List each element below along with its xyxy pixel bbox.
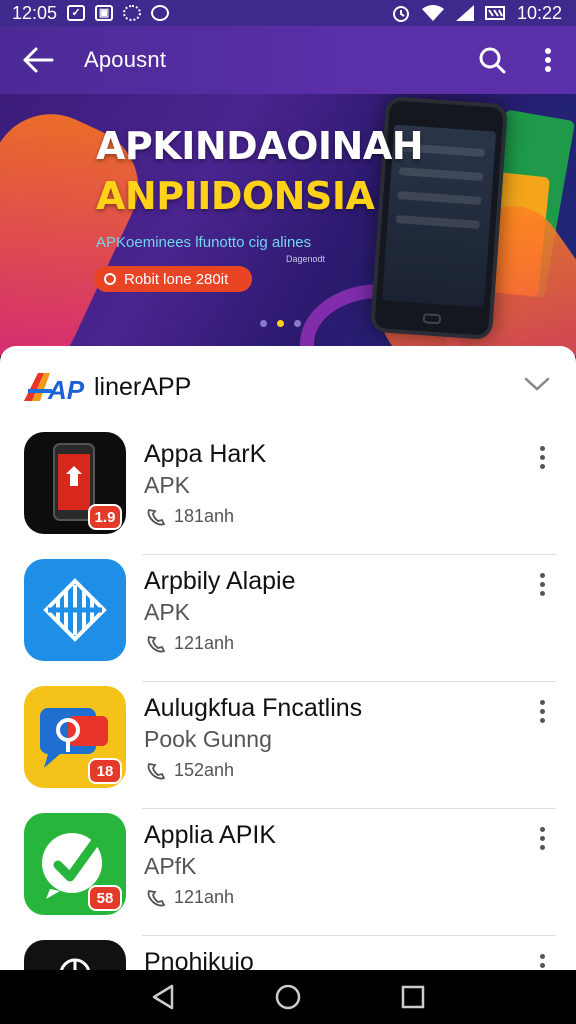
app-meta: 181anh bbox=[146, 506, 234, 527]
message-notification-icon bbox=[151, 5, 170, 21]
app-meta-text: 152anh bbox=[174, 760, 235, 780]
chat-bubble-icon: 18 bbox=[24, 686, 126, 788]
version-badge: 58 bbox=[88, 885, 122, 911]
app-name: Applia APIK bbox=[144, 821, 277, 849]
app-meta: 121anh bbox=[146, 887, 234, 908]
brand-logo: AP bbox=[22, 369, 86, 405]
page-dot[interactable] bbox=[294, 320, 301, 327]
search-button[interactable] bbox=[464, 26, 520, 94]
item-more-button[interactable] bbox=[528, 694, 556, 728]
signal-icon bbox=[455, 5, 474, 21]
nav-recents-button[interactable] bbox=[393, 977, 433, 1017]
nav-back-button[interactable] bbox=[143, 977, 183, 1017]
settings-notification-icon bbox=[123, 5, 142, 21]
banner-page-indicator bbox=[260, 320, 301, 327]
search-icon bbox=[479, 47, 506, 74]
banner-cta-label: Robit lone 280it bbox=[124, 270, 229, 288]
battery-icon bbox=[484, 6, 505, 20]
promo-banner[interactable]: APKINDAOINAH ANPIIDONSIA APKoeminees lfu… bbox=[0, 94, 576, 356]
item-more-button[interactable] bbox=[528, 821, 556, 855]
circle-home-icon bbox=[275, 984, 301, 1010]
phone-icon bbox=[147, 635, 166, 652]
banner-tagline: APKoeminees lfunotto cig alines bbox=[96, 234, 312, 251]
alarm-icon bbox=[392, 6, 409, 22]
item-more-button[interactable] bbox=[528, 440, 556, 474]
image-notification-icon: ▣ bbox=[95, 5, 114, 21]
square-recents-icon bbox=[402, 985, 425, 1009]
phone-icon bbox=[147, 508, 166, 525]
banner-headline-2: ANPIIDONSIA bbox=[96, 174, 375, 218]
item-more-button[interactable] bbox=[528, 948, 556, 970]
app-meta: 152anh bbox=[146, 760, 234, 781]
section-title: linerAPP bbox=[94, 372, 192, 401]
status-right: 10:22 bbox=[391, 3, 562, 24]
striped-globe-icon bbox=[24, 559, 126, 661]
app-list-item[interactable]: 1.9 Appa HarK APK 181anh bbox=[0, 428, 576, 555]
phone-icon bbox=[147, 889, 166, 906]
app-name: Aulugkfua Fncatlins bbox=[144, 694, 363, 722]
app-subtitle: APK bbox=[144, 472, 191, 498]
status-time-left: 12:05 bbox=[12, 2, 58, 23]
more-vert-icon bbox=[545, 48, 551, 72]
app-list-item[interactable]: Arpbily Alapie APK 121anh bbox=[0, 555, 576, 682]
status-time-right: 10:22 bbox=[516, 2, 562, 23]
triangle-back-icon bbox=[152, 984, 173, 1010]
banner-headline-1: APKINDAOINAH bbox=[96, 124, 424, 168]
status-left: 12:05 ✓ ▣ bbox=[12, 2, 170, 24]
check-bubble-icon: 58 bbox=[24, 813, 126, 915]
back-button[interactable] bbox=[8, 26, 68, 94]
app-subtitle: APK bbox=[144, 599, 191, 625]
wifi-icon bbox=[421, 5, 444, 21]
phone-icon bbox=[147, 762, 166, 779]
app-subtitle: APfK bbox=[144, 853, 197, 879]
globe-icon bbox=[24, 940, 126, 970]
page-dot-active[interactable] bbox=[277, 320, 284, 327]
brand-logo-text: AP bbox=[47, 375, 85, 405]
system-nav-bar bbox=[0, 970, 576, 1024]
item-more-button[interactable] bbox=[528, 567, 556, 601]
banner-cta-button[interactable]: Robit lone 280it bbox=[94, 266, 252, 292]
overflow-menu-button[interactable] bbox=[520, 26, 576, 94]
nav-home-button[interactable] bbox=[268, 977, 308, 1017]
app-toolbar: Apousnt bbox=[0, 26, 576, 94]
toolbar-title: Apousnt bbox=[84, 47, 167, 72]
app-name: Appa HarK bbox=[144, 440, 267, 468]
app-list: 1.9 Appa HarK APK 181anh Arpbily Alapie … bbox=[0, 428, 576, 970]
page-dot[interactable] bbox=[260, 320, 267, 327]
back-arrow-icon bbox=[23, 47, 54, 73]
app-name: Pnohikuio bbox=[144, 948, 254, 970]
version-badge: 18 bbox=[88, 758, 122, 784]
app-name: Arpbily Alapie bbox=[144, 567, 296, 595]
status-bar: 12:05 ✓ ▣ 10:22 bbox=[0, 0, 576, 26]
app-meta-text: 181anh bbox=[174, 506, 235, 526]
check-notification-icon: ✓ bbox=[67, 5, 86, 21]
app-list-item[interactable]: 18 Aulugkfua Fncatlins Pook Gunng 152anh bbox=[0, 682, 576, 809]
app-subtitle: Pook Gunng bbox=[144, 726, 272, 752]
record-icon bbox=[104, 273, 116, 285]
chevron-down-icon[interactable] bbox=[524, 374, 550, 394]
app-list-item[interactable]: 58 Applia APIK APfK 121anh bbox=[0, 809, 576, 936]
version-badge: 1.9 bbox=[88, 504, 122, 530]
section-header[interactable]: AP linerAPP bbox=[0, 346, 576, 428]
app-meta: 121anh bbox=[146, 633, 234, 654]
app-list-item[interactable]: Pnohikuio bbox=[0, 936, 576, 970]
phone-home-button bbox=[422, 313, 442, 325]
app-list-card: AP linerAPP 1.9 Appa HarK APK 181anh Arp… bbox=[0, 346, 576, 970]
app-meta-text: 121anh bbox=[174, 887, 235, 907]
app-meta-text: 121anh bbox=[174, 633, 235, 653]
phone-app-icon: 1.9 bbox=[24, 432, 126, 534]
banner-small-text: Dagenodt bbox=[286, 254, 326, 264]
